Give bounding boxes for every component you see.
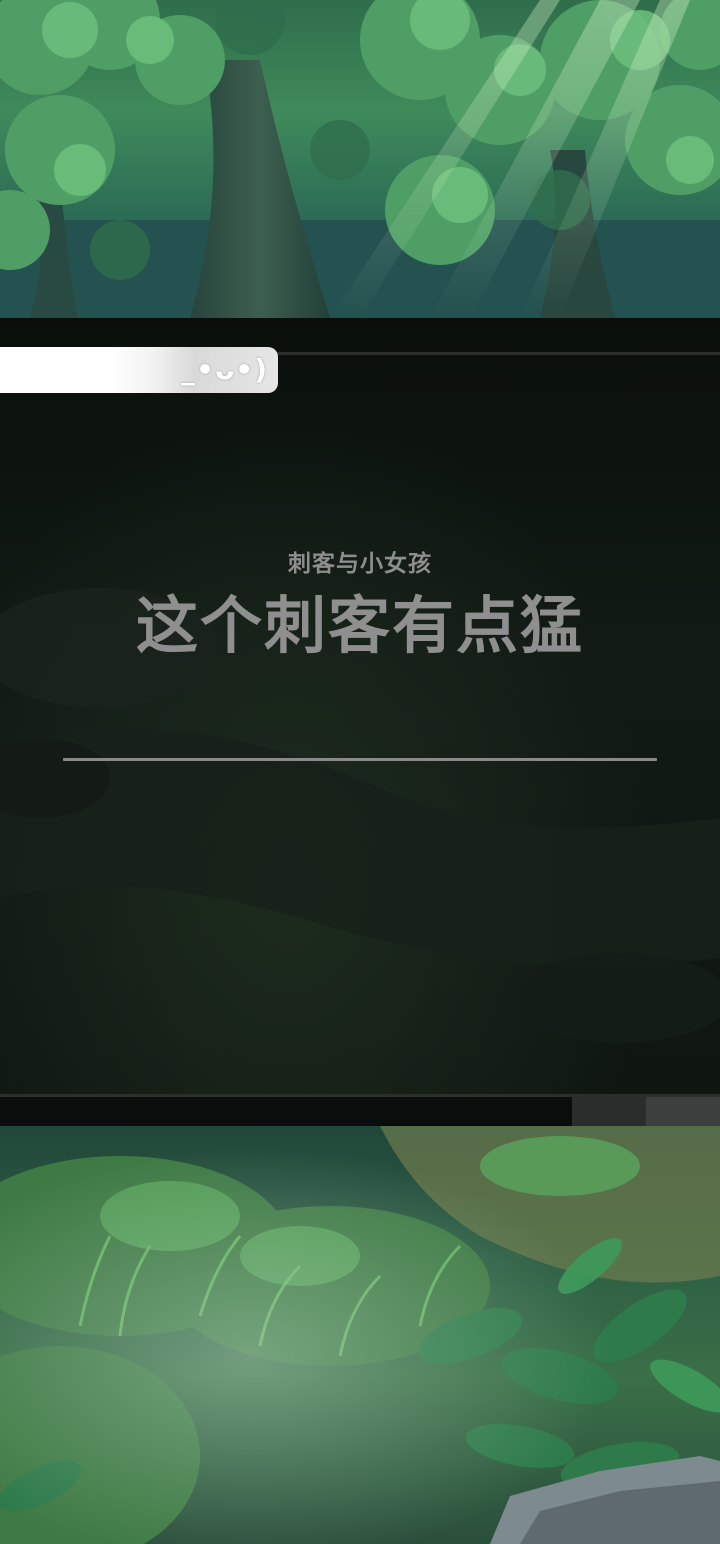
forest-floor-art (0, 1126, 720, 1544)
loading-progress-bar: _•ᴗ•) (0, 347, 278, 393)
strip-segment (646, 1097, 720, 1126)
strip-segment (572, 1097, 646, 1126)
forest-floor-scene (0, 1126, 720, 1544)
loading-progress-fill (0, 347, 106, 393)
series-title: 刺客与小女孩 (288, 551, 432, 577)
band-bottom-strip (0, 1097, 720, 1126)
forest-canopy-scene (0, 0, 720, 318)
kaomoji-face-icon: _•ᴗ•) (181, 353, 268, 386)
dim-forest-path-art (0, 588, 720, 1043)
game-screen: _•ᴗ•) 刺客与小女孩 这个刺客有点猛 (0, 0, 720, 1544)
forest-canopy-art (0, 0, 720, 318)
title-divider (63, 758, 657, 761)
title-card-band (0, 318, 720, 1126)
chapter-title: 这个刺客有点猛 (135, 589, 584, 662)
